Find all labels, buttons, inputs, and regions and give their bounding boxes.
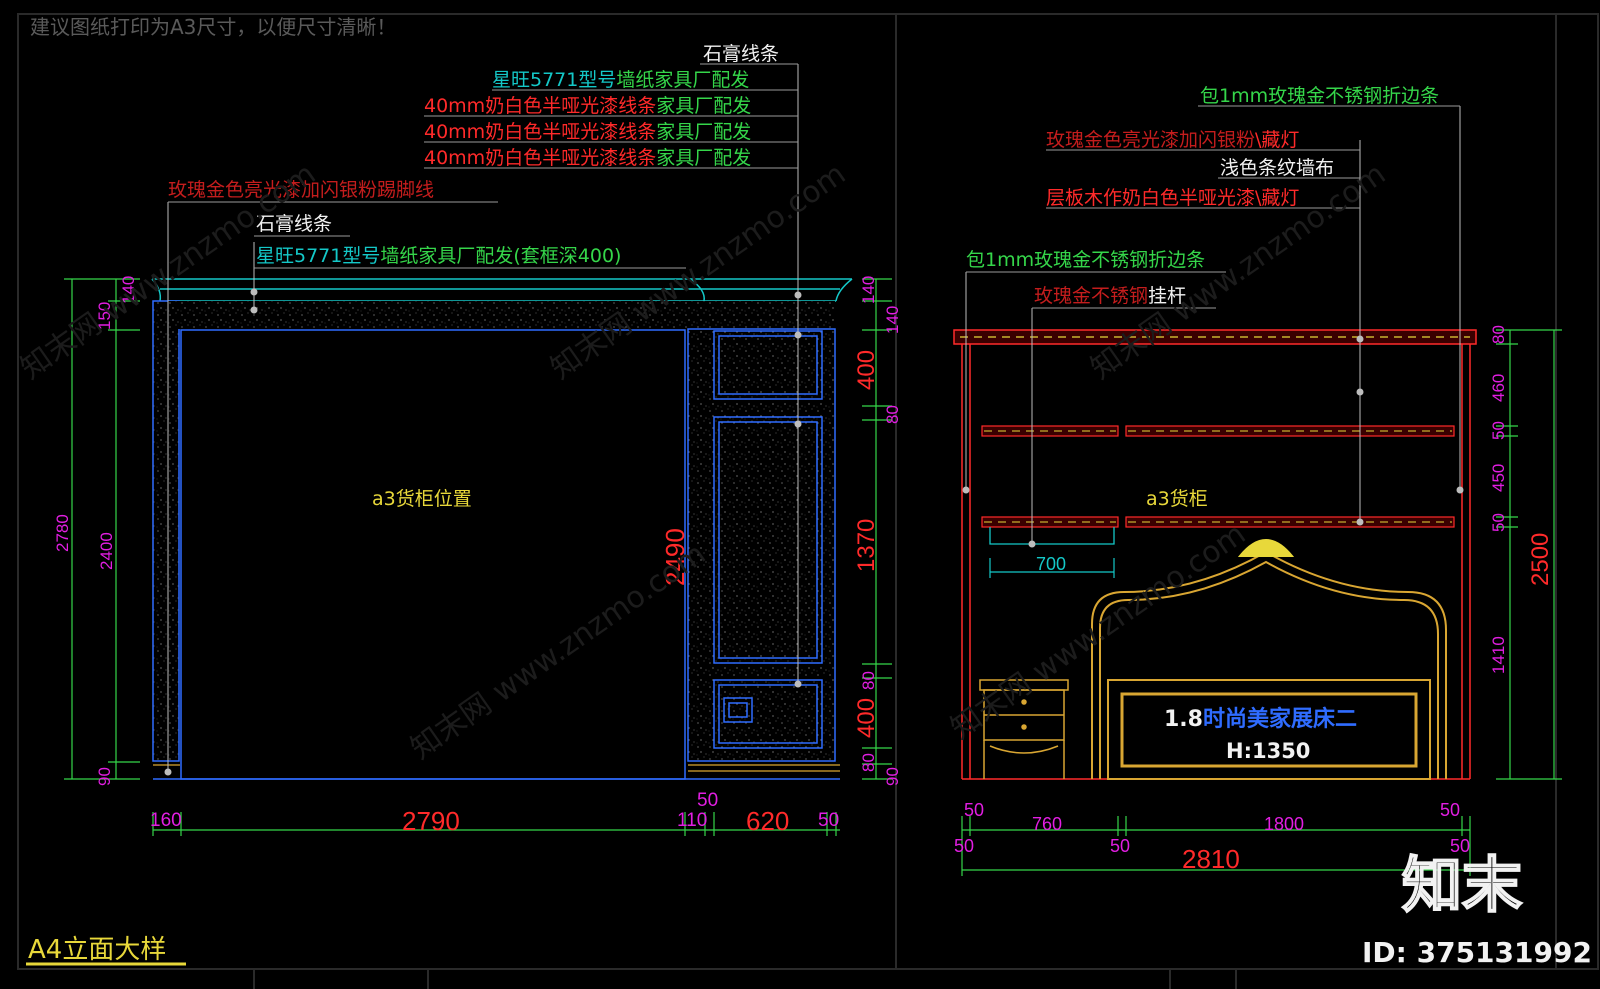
- dim-bottom-2790: 2790: [402, 806, 460, 836]
- hanging-rod: [989, 527, 1115, 545]
- dim-rl-50b: 50: [1110, 836, 1130, 856]
- label-molding-1-spec: 40mm奶白色半哑光漆线条: [424, 95, 656, 117]
- label-plywood-paint-spec: 层板木作奶白色半哑光漆: [1046, 187, 1255, 209]
- dim-rb-760: 760: [1032, 814, 1062, 834]
- label-gypsum-top: 石膏线条: [703, 42, 779, 65]
- dim-rb-50b: 50: [1440, 800, 1460, 820]
- label-hanging-rod-spec: 玫瑰金不锈钢: [1034, 285, 1148, 307]
- label-wallpaper-top-model: 星旺5771型号: [492, 69, 616, 91]
- label-molding-2-supply: 家具厂配发: [656, 121, 751, 143]
- watermark-logo: 知末: [1402, 851, 1522, 921]
- right-shelves: [981, 425, 1455, 528]
- dim-r-50a: 50: [1489, 421, 1508, 440]
- dim-right-90: 90: [883, 767, 902, 786]
- label-molding-3-spec: 40mm奶白色半哑光漆线条: [424, 147, 656, 169]
- dim-right-400b: 400: [853, 698, 880, 738]
- label-steel-edge-mid: 包1mm玫瑰金不锈钢折边条: [966, 249, 1205, 271]
- label-wallpaper-left-model: 星旺5771型号: [256, 245, 380, 267]
- label-rosegold-lighting: 玫瑰金色亮光漆加闪银粉\藏灯: [1046, 129, 1299, 151]
- dim-bottom-50b: 50: [818, 810, 839, 831]
- left-bottom-dim-lines: [152, 812, 840, 836]
- label-striped-wallcloth: 浅色条纹墙布: [1220, 157, 1334, 179]
- dim-right-400a: 400: [853, 350, 880, 390]
- label-steel-edge-top: 包1mm玫瑰金不锈钢折边条: [1200, 85, 1439, 107]
- dim-r-460: 460: [1489, 374, 1508, 402]
- label-cabinet: a3货柜: [1146, 488, 1208, 510]
- label-molding-3: 40mm奶白色半哑光漆线条家具厂配发: [424, 147, 751, 169]
- top-band-fill: [168, 301, 835, 329]
- dim-right-140b: 140: [883, 306, 902, 334]
- right-elevation: 包1mm玫瑰金不锈钢折边条 玫瑰金色亮光漆加闪银粉\藏灯 浅色条纹墙布 层板木作…: [953, 85, 1562, 876]
- label-molding-1: 40mm奶白色半哑光漆线条家具厂配发: [424, 95, 751, 117]
- label-plywood-paint-led: \藏灯: [1255, 187, 1299, 209]
- sheet-title: A4立面大样: [28, 935, 166, 965]
- label-rosegold-lighting-spec: 玫瑰金色亮光漆加闪银粉: [1046, 129, 1255, 151]
- dim-left-2780: 2780: [53, 514, 72, 552]
- label-bed-name: 1.8时尚美家展床二: [1164, 706, 1357, 732]
- dim-bottom-110: 110: [677, 810, 707, 831]
- label-wallpaper-top: 星旺5771型号墙纸家具厂配发: [492, 69, 749, 91]
- dim-rl-50a: 50: [954, 836, 974, 856]
- label-molding-2-spec: 40mm奶白色半哑光漆线条: [424, 121, 656, 143]
- dim-700: 700: [1036, 554, 1066, 574]
- dim-r-450: 450: [1489, 464, 1508, 492]
- dim-right-140a: 140: [859, 276, 878, 304]
- label-plywood-paint: 层板木作奶白色半哑光漆\藏灯: [1046, 187, 1299, 209]
- label-bed-size: 1.8: [1164, 707, 1203, 732]
- dim-r-2500: 2500: [1527, 533, 1554, 586]
- label-bed-height: H:1350: [1226, 739, 1310, 763]
- dim-right-80a: 80: [883, 405, 902, 424]
- right-leaders: [962, 106, 1464, 548]
- dim-right-80b: 80: [859, 671, 878, 690]
- label-molding-1-supply: 家具厂配发: [656, 95, 751, 117]
- label-cabinet-position: a3货柜位置: [372, 488, 472, 510]
- left-column-fill: [152, 300, 180, 762]
- dim-bottom-160: 160: [150, 810, 182, 831]
- dim-rl-2810: 2810: [1182, 844, 1240, 874]
- dim-right-1370: 1370: [853, 519, 880, 572]
- id-label: ID: 375131992: [1362, 936, 1592, 969]
- label-wallpaper-left-supply: 墙纸家具厂配发(套框深400): [380, 245, 621, 267]
- dim-bottom-50a: 50: [697, 790, 718, 811]
- dim-bottom-620: 620: [746, 806, 789, 836]
- dim-r-80: 80: [1489, 325, 1508, 344]
- label-molding-2: 40mm奶白色半哑光漆线条家具厂配发: [424, 121, 751, 143]
- label-wallpaper-left: 星旺5771型号墙纸家具厂配发(套框深400): [256, 245, 621, 267]
- left-cornice: [151, 278, 853, 302]
- label-rosegold-lighting-led: \藏灯: [1255, 129, 1299, 151]
- label-bed-model: 时尚美家展床二: [1203, 706, 1357, 732]
- label-wallpaper-top-supply: 墙纸家具厂配发: [616, 69, 749, 91]
- dim-r-1410: 1410: [1489, 636, 1508, 674]
- print-notice: 建议图纸打印为A3尺寸，以便尺寸清晰！: [30, 15, 396, 39]
- dim-rb-50a: 50: [964, 800, 984, 820]
- dim-right-80c: 80: [859, 753, 878, 772]
- dim-left-90: 90: [95, 767, 114, 786]
- label-molding-3-supply: 家具厂配发: [656, 147, 751, 169]
- dim-rb-1800: 1800: [1264, 814, 1304, 834]
- dim-r-50b: 50: [1489, 513, 1508, 532]
- cad-drawing: 建议图纸打印为A3尺寸，以便尺寸清晰！ 石膏线条 星旺5771型号墙纸家具厂配发…: [15, 13, 1599, 989]
- cabinet-opening: [180, 329, 686, 780]
- dim-left-2400: 2400: [97, 532, 116, 570]
